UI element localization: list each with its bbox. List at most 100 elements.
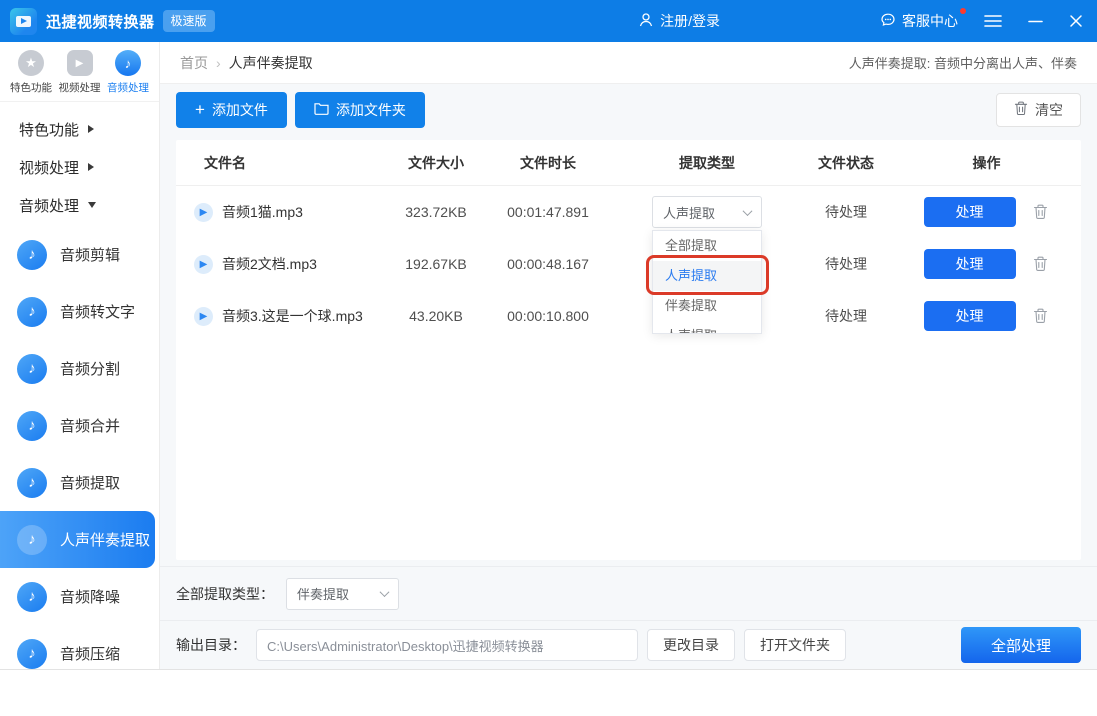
sidebar-item-audio-split[interactable]: ♪ 音频分割 — [0, 340, 159, 397]
output-row: 输出目录： 更改目录 打开文件夹 全部处理 — [160, 620, 1097, 669]
sidebar-item-audio-extract[interactable]: ♪ 音频提取 — [0, 454, 159, 511]
login-label: 注册/登录 — [660, 11, 720, 31]
extract-type-dropdown-list: 全部提取 人声提取 伴奏提取 人声提取 — [652, 230, 762, 334]
change-dir-button[interactable]: 更改目录 — [647, 629, 735, 661]
plus-icon: + — [195, 101, 205, 118]
file-name: 音频3.这是一个球.mp3 — [222, 306, 363, 326]
login-button[interactable]: 注册/登录 — [638, 11, 720, 31]
sidebar-item-audio-clip[interactable]: ♪ 音频剪辑 — [0, 226, 159, 283]
extract-type-select[interactable]: 人声提取 — [652, 196, 762, 228]
tab-audio-processing[interactable]: ♪ 音频处理 — [105, 50, 151, 95]
sidebar-item-vocal-accompaniment-extract[interactable]: ♪ 人声伴奏提取 — [0, 511, 155, 568]
process-button[interactable]: 处理 — [924, 249, 1016, 279]
clipped-underlying-select: 人声提取 — [653, 321, 761, 334]
process-all-button[interactable]: 全部处理 — [961, 627, 1081, 663]
file-duration: 00:00:48.167 — [482, 256, 614, 272]
minimize-icon — [1028, 14, 1043, 28]
batch-type-select[interactable]: 伴奏提取 — [286, 578, 399, 610]
titlebar: 迅捷视频转换器 极速版 注册/登录 客服中心 — [0, 0, 1097, 42]
dropdown-option-vocal[interactable]: 人声提取 — [653, 261, 761, 291]
hamburger-icon — [984, 14, 1002, 28]
audio-clip-icon: ♪ — [17, 240, 47, 270]
chevron-down-icon — [88, 202, 96, 208]
breadcrumb-separator: › — [216, 55, 221, 71]
trash-icon — [1014, 101, 1028, 119]
support-center-button[interactable]: 客服中心 — [880, 11, 958, 31]
close-icon — [1069, 14, 1083, 28]
play-icon[interactable]: ▶ — [194, 255, 213, 274]
output-dir-label: 输出目录： — [176, 635, 246, 655]
play-icon[interactable]: ▶ — [194, 307, 213, 326]
sidebar-groups: 特色功能 视频处理 音频处理 — [0, 102, 159, 226]
open-folder-button[interactable]: 打开文件夹 — [744, 629, 846, 661]
group-audio-processing[interactable]: 音频处理 — [0, 186, 159, 224]
sidebar-tabstrip: ★ 特色功能 ▶ 视频处理 ♪ 音频处理 — [0, 42, 159, 102]
audio-extract-icon: ♪ — [17, 468, 47, 498]
support-label: 客服中心 — [902, 11, 958, 31]
tab-video-processing[interactable]: ▶ 视频处理 — [57, 50, 103, 95]
batch-type-row: 全部提取类型： 伴奏提取 — [160, 566, 1097, 620]
chevron-down-icon — [380, 587, 390, 597]
toolbar: + 添加文件 添加文件夹 清空 — [176, 92, 1081, 128]
sidebar-item-audio-compress[interactable]: ♪ 音频压缩 — [0, 625, 159, 682]
play-icon[interactable]: ▶ — [194, 203, 213, 222]
file-name: 音频1猫.mp3 — [222, 202, 303, 222]
status-badge: 待处理 — [800, 202, 892, 222]
main-area: 首页 › 人声伴奏提取 人声伴奏提取: 音频中分离出人声、伴奏 + 添加文件 添… — [160, 42, 1097, 669]
tab-featured[interactable]: ★ 特色功能 — [8, 50, 54, 95]
process-button[interactable]: 处理 — [924, 301, 1016, 331]
add-file-button[interactable]: + 添加文件 — [176, 92, 287, 128]
file-size: 323.72KB — [390, 204, 482, 220]
clear-button[interactable]: 清空 — [996, 93, 1081, 127]
trash-icon — [1033, 308, 1048, 324]
user-icon — [638, 12, 654, 31]
audio-compress-icon: ♪ — [17, 639, 47, 669]
trash-icon — [1033, 256, 1048, 272]
delete-row-button[interactable] — [1031, 254, 1050, 274]
file-size: 192.67KB — [390, 256, 482, 272]
chevron-right-icon — [88, 125, 94, 133]
table-row: ▶ 音频2文档.mp3 192.67KB 00:00:48.167 待处理 处理 — [176, 238, 1081, 290]
status-badge: 待处理 — [800, 306, 892, 326]
breadcrumb: 首页 › 人声伴奏提取 人声伴奏提取: 音频中分离出人声、伴奏 — [160, 42, 1097, 84]
sidebar-item-audio-merge[interactable]: ♪ 音频合并 — [0, 397, 159, 454]
audio-to-text-icon: ♪ — [17, 297, 47, 327]
file-duration: 00:01:47.891 — [482, 204, 614, 220]
content: + 添加文件 添加文件夹 清空 文件名 — [160, 84, 1097, 669]
menu-button[interactable] — [984, 14, 1002, 28]
sidebar-item-audio-to-text[interactable]: ♪ 音频转文字 — [0, 283, 159, 340]
file-size: 43.20KB — [390, 308, 482, 324]
file-duration: 00:00:10.800 — [482, 308, 614, 324]
table-header: 文件名 文件大小 文件时长 提取类型 文件状态 操作 — [176, 140, 1081, 186]
app-title: 迅捷视频转换器 — [46, 11, 155, 32]
chevron-down-icon — [743, 206, 753, 216]
folder-icon — [314, 102, 329, 118]
dropdown-option-accompaniment[interactable]: 伴奏提取 — [653, 291, 761, 321]
file-name: 音频2文档.mp3 — [222, 254, 317, 274]
dropdown-option-all[interactable]: 全部提取 — [653, 231, 761, 261]
delete-row-button[interactable] — [1031, 306, 1050, 326]
table-row: ▶ 音频3.这是一个球.mp3 43.20KB 00:00:10.800 待处理… — [176, 290, 1081, 342]
breadcrumb-current: 人声伴奏提取 — [229, 53, 313, 73]
minimize-button[interactable] — [1028, 14, 1043, 28]
edition-badge: 极速版 — [163, 10, 215, 32]
chat-bubble-icon — [880, 12, 896, 31]
close-button[interactable] — [1069, 14, 1083, 28]
sidebar-item-audio-denoise[interactable]: ♪ 音频降噪 — [0, 568, 159, 625]
audio-split-icon: ♪ — [17, 354, 47, 384]
group-video-processing[interactable]: 视频处理 — [0, 148, 159, 186]
video-icon: ▶ — [67, 50, 93, 76]
output-path-input[interactable] — [256, 629, 638, 661]
chevron-right-icon — [88, 163, 94, 171]
sidebar: ★ 特色功能 ▶ 视频处理 ♪ 音频处理 特色功能 视频处理 音频处理 — [0, 42, 160, 669]
audio-merge-icon: ♪ — [17, 411, 47, 441]
audio-denoise-icon: ♪ — [17, 582, 47, 612]
app-logo-icon — [10, 8, 37, 35]
process-button[interactable]: 处理 — [924, 197, 1016, 227]
notification-dot — [960, 8, 966, 14]
app-window: 迅捷视频转换器 极速版 注册/登录 客服中心 ★ — [0, 0, 1097, 670]
breadcrumb-home[interactable]: 首页 — [180, 53, 208, 73]
add-folder-button[interactable]: 添加文件夹 — [295, 92, 425, 128]
group-featured[interactable]: 特色功能 — [0, 110, 159, 148]
delete-row-button[interactable] — [1031, 202, 1050, 222]
